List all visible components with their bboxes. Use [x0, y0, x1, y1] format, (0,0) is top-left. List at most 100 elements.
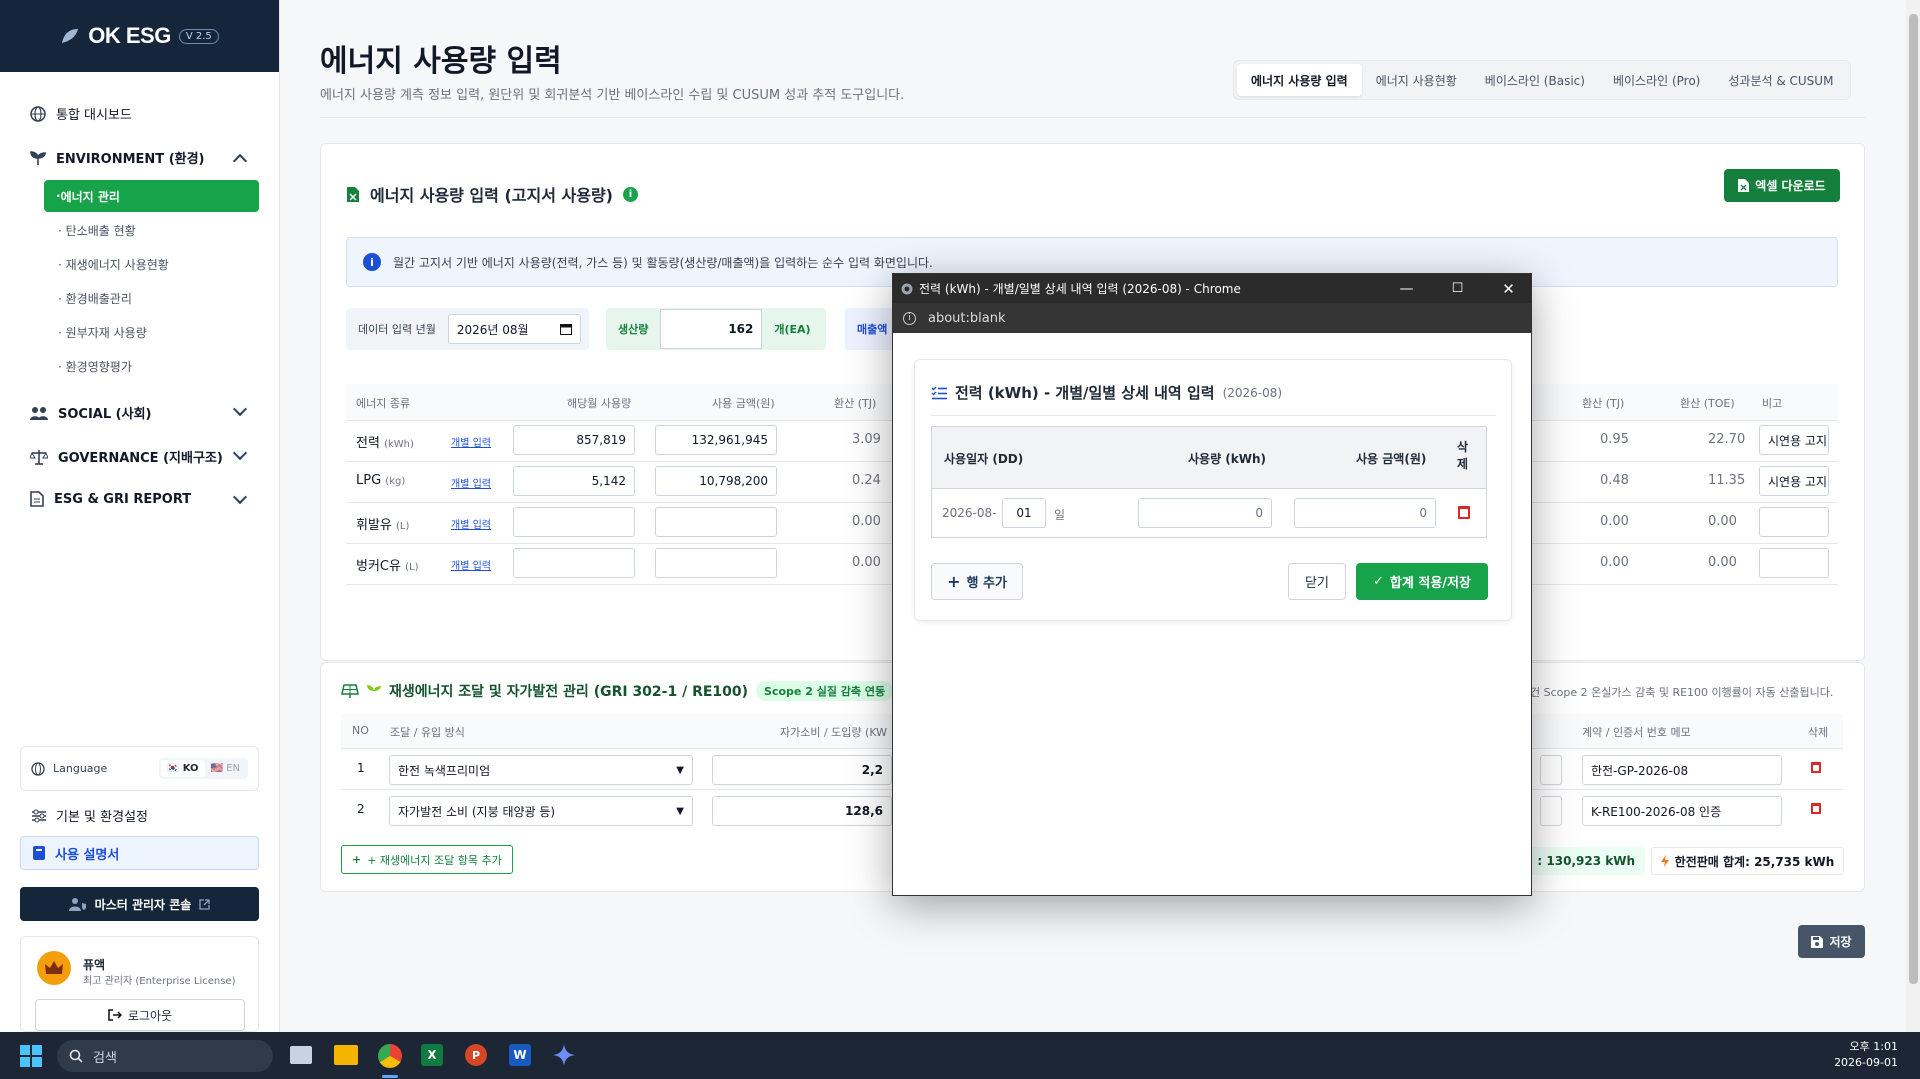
- period-value: 2026년 08월: [456, 322, 529, 337]
- popup-addressbar[interactable]: i about:blank: [893, 303, 1531, 333]
- nav-settings[interactable]: 기본 및 환경설정: [32, 806, 148, 825]
- delete-row-icon[interactable]: [1458, 506, 1470, 519]
- minimize-icon[interactable]: —: [1384, 281, 1429, 297]
- avatar: [37, 951, 71, 985]
- production-input[interactable]: 162: [660, 309, 763, 349]
- sidebar-item-emission[interactable]: · 환경배출관리: [58, 290, 132, 307]
- renewable-title: 재생에너지 조달 및 자가발전 관리 (GRI 302-1 / RE100): [389, 684, 749, 700]
- excel-download-button[interactable]: 엑셀 다운로드: [1724, 169, 1840, 202]
- close-button[interactable]: 닫기: [1288, 563, 1346, 600]
- lang-ko-button[interactable]: 🇰🇷 KO: [160, 760, 205, 777]
- toe-value: 0.00: [1708, 555, 1737, 570]
- maximize-icon[interactable]: ☐: [1435, 281, 1480, 296]
- tab-energy-status[interactable]: 에너지 사용현황: [1362, 64, 1471, 96]
- language-label: Language: [53, 762, 108, 775]
- day-input[interactable]: 01: [1002, 498, 1046, 528]
- chevron-down-icon[interactable]: [232, 489, 248, 505]
- apply-save-button[interactable]: ✓ 합계 적용/저장: [1356, 563, 1488, 600]
- qty-input[interactable]: 2,2: [712, 755, 892, 785]
- detail-input-link[interactable]: 개별 입력: [451, 557, 491, 572]
- chevron-up-icon[interactable]: [232, 153, 248, 169]
- gemini-taskbar-icon[interactable]: [553, 1044, 575, 1066]
- usage-input[interactable]: 857,819: [513, 425, 635, 455]
- task-view-icon[interactable]: [290, 1046, 312, 1064]
- page-title: 에너지 사용량 입력: [320, 44, 562, 79]
- chevron-down-icon[interactable]: [232, 445, 248, 461]
- taskbar-clock[interactable]: 오후 1:01 2026-09-01: [1834, 1039, 1898, 1071]
- hidden-input[interactable]: [1540, 755, 1562, 785]
- note-input[interactable]: 시연용 고지: [1759, 425, 1829, 455]
- nav-manual[interactable]: 사용 설명서: [20, 836, 259, 870]
- tab-baseline-basic[interactable]: 베이스라인 (Basic): [1471, 64, 1599, 96]
- detail-input-link[interactable]: 개별 입력: [451, 434, 491, 449]
- delete-row-icon[interactable]: [1811, 762, 1821, 773]
- toe-value: 0.00: [1708, 514, 1737, 529]
- usage-input[interactable]: 0: [1138, 498, 1272, 528]
- sliders-icon: [32, 809, 46, 822]
- info-icon[interactable]: i: [623, 186, 638, 202]
- usage-input[interactable]: [513, 548, 635, 578]
- amount-input[interactable]: 0: [1294, 498, 1436, 528]
- file-explorer-icon[interactable]: [334, 1045, 358, 1065]
- note-input[interactable]: [1759, 507, 1829, 537]
- save-button[interactable]: 저장: [1798, 925, 1865, 958]
- method-select[interactable]: 자가발전 소비 (지붕 태양광 등) ▼: [389, 796, 693, 826]
- note-input[interactable]: [1759, 548, 1829, 578]
- memo-input[interactable]: 한전-GP-2026-08: [1582, 755, 1782, 785]
- sidebar-item-renewable[interactable]: · 재생에너지 사용현황: [58, 256, 169, 273]
- word-taskbar-icon[interactable]: W: [509, 1044, 531, 1066]
- usage-input[interactable]: 5,142: [513, 466, 635, 496]
- lang-en-label: EN: [226, 763, 240, 774]
- site-info-icon[interactable]: i: [903, 311, 916, 325]
- date-prefix: 2026-08-: [942, 506, 997, 520]
- delete-row-icon[interactable]: [1811, 803, 1821, 814]
- windows-start-icon[interactable]: [20, 1045, 42, 1071]
- production-filter: 생산량 162 개(EA): [606, 308, 826, 350]
- sidebar-item-impact[interactable]: · 환경영향평가: [58, 358, 132, 375]
- chrome-taskbar-icon[interactable]: [378, 1044, 402, 1068]
- amount-input[interactable]: 132,961,945: [655, 425, 777, 455]
- logout-button[interactable]: 로그아웃: [35, 999, 245, 1031]
- sidebar-item-material[interactable]: · 원부자재 사용량: [58, 324, 147, 341]
- user-role: 최고 관리자 (Enterprise License): [83, 976, 236, 987]
- detail-input-link[interactable]: 개별 입력: [451, 516, 491, 531]
- tab-baseline-pro[interactable]: 베이스라인 (Pro): [1599, 64, 1714, 96]
- nav-governance[interactable]: GOVERNANCE (지배구조): [30, 447, 223, 466]
- amount-input[interactable]: [655, 548, 777, 578]
- usage-input[interactable]: [513, 507, 635, 537]
- note-input[interactable]: 시연용 고지: [1759, 466, 1829, 496]
- add-renewable-button[interactable]: + + 재생에너지 조달 항목 추가: [341, 845, 513, 874]
- language-toggle[interactable]: 🇰🇷 KO 🇺🇸 EN: [158, 758, 248, 779]
- nav-social[interactable]: SOCIAL (사회): [30, 403, 151, 422]
- tab-energy-input[interactable]: 에너지 사용량 입력: [1237, 64, 1362, 96]
- close-window-icon[interactable]: ✕: [1486, 280, 1531, 298]
- tj-value: 0.00: [852, 514, 881, 529]
- sidebar-item-carbon[interactable]: · 탄소배출 현황: [58, 222, 136, 239]
- qty-input[interactable]: 128,6: [712, 796, 892, 826]
- plus-icon: +: [947, 572, 961, 591]
- sidebar-item-energy[interactable]: · 에너지 관리: [44, 180, 259, 212]
- amount-input[interactable]: 10,798,200: [655, 466, 777, 496]
- detail-input-link[interactable]: 개별 입력: [451, 475, 491, 490]
- excel-taskbar-icon[interactable]: X: [421, 1044, 443, 1066]
- method-select[interactable]: 한전 녹색프리미엄 ▼: [389, 755, 693, 785]
- amount-input[interactable]: [655, 507, 777, 537]
- lang-en-button[interactable]: 🇺🇸 EN: [205, 760, 246, 777]
- taskbar-search[interactable]: 검색: [57, 1040, 273, 1072]
- day-suffix: 일: [1054, 508, 1066, 522]
- add-row-button[interactable]: + 행 추가: [931, 563, 1023, 600]
- nav-dashboard[interactable]: 통합 대시보드: [30, 104, 132, 123]
- scrollbar-thumb[interactable]: [1909, 14, 1918, 984]
- powerpoint-taskbar-icon[interactable]: P: [465, 1044, 487, 1066]
- scope2-badge: Scope 2 실질 감축 연동: [756, 681, 894, 701]
- chevron-down-icon[interactable]: [232, 401, 248, 417]
- brand-header[interactable]: OK ESG V 2.5: [0, 0, 279, 72]
- period-input[interactable]: 2026년 08월: [447, 314, 581, 344]
- hidden-input[interactable]: [1540, 796, 1562, 826]
- master-console-button[interactable]: 마스터 관리자 콘솔: [20, 887, 259, 921]
- nav-environment[interactable]: ENVIRONMENT (환경): [30, 148, 205, 167]
- tab-cusum[interactable]: 성과분석 & CUSUM: [1714, 64, 1847, 96]
- popup-titlebar[interactable]: 전력 (kWh) - 개별/일별 상세 내역 입력 (2026-08) - Ch…: [893, 274, 1531, 303]
- memo-input[interactable]: K-RE100-2026-08 인증: [1582, 796, 1782, 826]
- nav-report[interactable]: ESG & GRI REPORT: [30, 491, 191, 507]
